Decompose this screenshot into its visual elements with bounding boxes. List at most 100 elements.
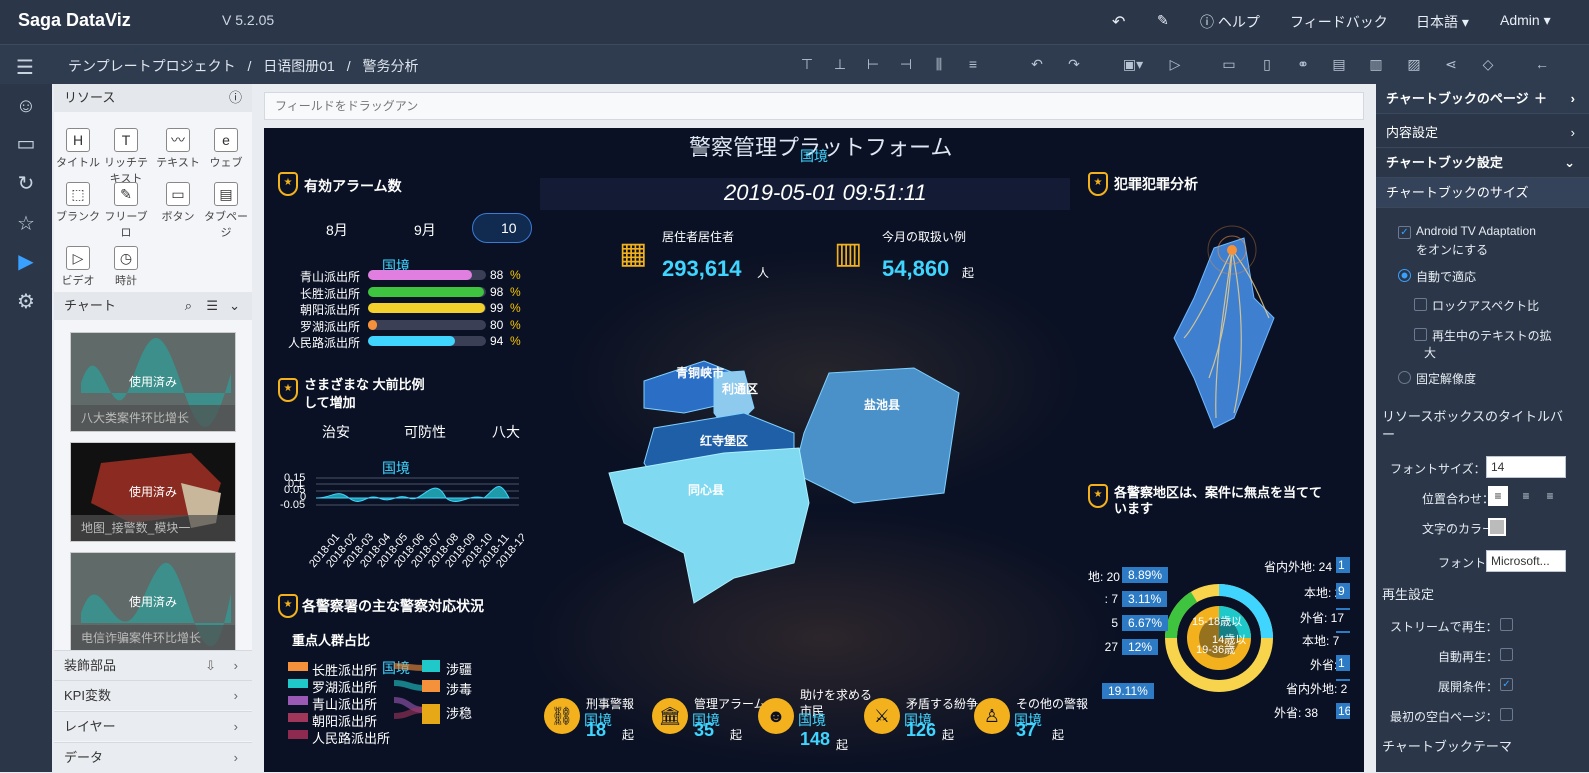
breadcrumb-item[interactable]: テンプレートプロジェクト bbox=[68, 58, 236, 74]
auto-fit-radio[interactable] bbox=[1398, 269, 1411, 282]
text-scale-checkbox[interactable] bbox=[1414, 328, 1427, 341]
export-excel-icon[interactable]: ▤ bbox=[1330, 55, 1348, 73]
pin-icon[interactable]: ⇩ bbox=[205, 651, 216, 681]
add-icon[interactable]: ＋ bbox=[1534, 84, 1547, 114]
monthly-tab[interactable]: 可防性 bbox=[404, 422, 446, 442]
widget-web[interactable]: e ウェブ bbox=[202, 128, 250, 178]
align-bottom-icon[interactable]: ⊥ bbox=[831, 55, 849, 73]
chartbook-settings-row[interactable]: チャートブック設定 ⌄ bbox=[1376, 148, 1589, 178]
monthly-tab[interactable]: 治安 bbox=[322, 422, 350, 442]
month-tab[interactable]: 9月 bbox=[414, 220, 436, 240]
stream-checkbox[interactable] bbox=[1500, 618, 1513, 631]
fixed-resolution-radio[interactable] bbox=[1398, 371, 1411, 384]
user-icon[interactable]: ☺ bbox=[0, 86, 52, 126]
play-icon[interactable]: ▷ bbox=[1166, 55, 1184, 73]
clock-icon: ◷ bbox=[114, 246, 138, 270]
align-right-icon[interactable]: ≡ bbox=[1540, 486, 1560, 506]
progress-track bbox=[368, 286, 486, 297]
accordion-decoration[interactable]: 装飾部品 ⇩ › bbox=[54, 650, 252, 680]
accordion-kpi[interactable]: KPI変数 › bbox=[54, 680, 252, 710]
month-tab-active[interactable]: 10 bbox=[472, 213, 532, 243]
text-color-swatch[interactable] bbox=[1488, 518, 1506, 536]
chart-thumb[interactable]: 使用済み 电信诈骗案件环比增长 bbox=[70, 552, 236, 652]
list-icon[interactable]: ☰ bbox=[206, 292, 218, 320]
month-tab[interactable]: 8月 bbox=[326, 220, 348, 240]
expand-checkbox[interactable]: ✓ bbox=[1500, 678, 1513, 691]
widget-button[interactable]: ▭ ボタン bbox=[154, 182, 202, 232]
widget-blank[interactable]: ⬚ ブランク bbox=[54, 182, 102, 232]
accordion-layer[interactable]: レイヤー › bbox=[54, 711, 252, 741]
search-icon[interactable]: ⌕ bbox=[185, 292, 192, 320]
screen-icon[interactable]: ▭ bbox=[1220, 55, 1238, 73]
shield-icon: ★ bbox=[278, 594, 298, 618]
blank-page-label: 最初の空白ページ： bbox=[1390, 710, 1498, 724]
widget-clock[interactable]: ◷ 時計 bbox=[102, 246, 150, 296]
back-arrow-icon[interactable]: ← bbox=[1533, 55, 1551, 73]
station-name: 朝阳派出所 bbox=[299, 303, 360, 317]
officer-icon: ♙ bbox=[974, 698, 1010, 734]
fontsize-input[interactable]: 14 bbox=[1486, 456, 1566, 478]
monitor-icon[interactable]: ▭ bbox=[0, 124, 52, 164]
link-icon[interactable]: ⚭ bbox=[1294, 55, 1312, 73]
image-icon[interactable]: ▨ bbox=[1405, 55, 1423, 73]
refresh-icon[interactable]: ↻ bbox=[0, 164, 52, 204]
menu-icon[interactable]: ☰ bbox=[16, 55, 34, 80]
widget-richtext[interactable]: T リッチテキスト bbox=[102, 128, 150, 185]
chartbook-page-tab[interactable]: チャートブックのページ ＋ › bbox=[1376, 84, 1589, 114]
align-center-icon[interactable]: ≡ bbox=[1516, 486, 1536, 506]
widget-text[interactable]: 〰テキスト bbox=[154, 128, 202, 178]
undo-icon[interactable]: ↶ bbox=[1028, 55, 1046, 73]
share-icon[interactable]: ⋖ bbox=[1442, 55, 1460, 73]
auto-fit-label: 自動で適応 bbox=[1416, 270, 1477, 284]
align-left-icon[interactable]: ≡ bbox=[1488, 486, 1508, 506]
align-right-icon[interactable]: ⊣ bbox=[897, 55, 915, 73]
help-link[interactable]: ⓘ ヘルプ bbox=[1200, 12, 1260, 32]
mobile-icon[interactable]: ▯ bbox=[1258, 55, 1276, 73]
lock-aspect-checkbox[interactable] bbox=[1414, 298, 1427, 311]
bottom-kpi-value: 148 bbox=[800, 729, 831, 749]
star-icon[interactable]: ☆ bbox=[0, 204, 52, 244]
bottom-kpi-unit: 起 bbox=[730, 728, 743, 742]
widget-video[interactable]: ▷ ビデオ bbox=[54, 246, 102, 296]
distribute-v-icon[interactable]: ≡ bbox=[964, 55, 982, 73]
tag-icon[interactable]: ◇ bbox=[1479, 55, 1497, 73]
save-icon[interactable]: ▣▾ bbox=[1118, 55, 1148, 73]
monthly-tab[interactable]: 八大 bbox=[492, 422, 520, 442]
autoplay-checkbox[interactable] bbox=[1500, 648, 1513, 661]
blank-page-checkbox[interactable] bbox=[1500, 708, 1513, 721]
donut-label: 15-18歳以 bbox=[1192, 615, 1242, 628]
redo-icon[interactable]: ↷ bbox=[1065, 55, 1083, 73]
android-checkbox[interactable]: ✓ bbox=[1398, 226, 1411, 239]
edit-icon[interactable]: ✎ bbox=[1157, 12, 1169, 29]
field-drop-bar[interactable]: フィールドをドラッグアン bbox=[264, 92, 1364, 120]
distribute-h-icon[interactable]: ⫼ bbox=[930, 55, 948, 73]
pen-icon: ✎ bbox=[114, 182, 138, 206]
feedback-link[interactable]: フィードバック bbox=[1290, 12, 1388, 32]
help-icon: ⓘ bbox=[1200, 14, 1214, 30]
accordion-data[interactable]: データ › bbox=[54, 742, 252, 772]
gear-icon[interactable]: ⚙ bbox=[0, 282, 52, 322]
progress-track bbox=[368, 319, 486, 330]
language-dropdown[interactable]: 日本語 ▾ bbox=[1416, 12, 1469, 32]
breadcrumb-item[interactable]: 日语图册01 bbox=[263, 58, 335, 74]
dashboard-canvas[interactable]: 警察管理プラットフォーム 国境 2019-05-01 09:51:11 ★ 有効… bbox=[264, 128, 1364, 772]
region-label: 27 bbox=[1104, 640, 1118, 654]
help-circle-icon[interactable]: ⓘ bbox=[229, 84, 242, 112]
chevron-right-icon[interactable]: › bbox=[1571, 84, 1575, 114]
undo-history-icon[interactable]: ↶ bbox=[1112, 12, 1125, 32]
align-left-icon[interactable]: ⊢ bbox=[864, 55, 882, 73]
widget-title[interactable]: H タイトル bbox=[54, 128, 102, 178]
export-pdf-icon[interactable]: ▥ bbox=[1367, 55, 1385, 73]
chevron-down-icon[interactable]: ⌄ bbox=[229, 292, 240, 320]
content-settings-row[interactable]: 内容設定 › bbox=[1376, 118, 1589, 148]
widget-tabpage[interactable]: ▤ タブページ bbox=[202, 182, 250, 239]
align-top-icon[interactable]: ⊤ bbox=[798, 55, 816, 73]
handcuffs-icon: ⛓ bbox=[544, 698, 580, 734]
font-select[interactable]: Microsoft... bbox=[1486, 550, 1566, 572]
widget-freeblock[interactable]: ✎ フリーブロ bbox=[102, 182, 150, 239]
chart-thumb[interactable]: 使用済み 八大类案件环比增长 bbox=[70, 332, 236, 432]
user-menu[interactable]: Admin ▾ bbox=[1500, 12, 1551, 29]
type-label: 涉毒 bbox=[446, 682, 473, 697]
chart-thumb[interactable]: 使用済み 地图_接警数_模块一 bbox=[70, 442, 236, 542]
play-circle-icon[interactable]: ▶ bbox=[0, 242, 52, 282]
